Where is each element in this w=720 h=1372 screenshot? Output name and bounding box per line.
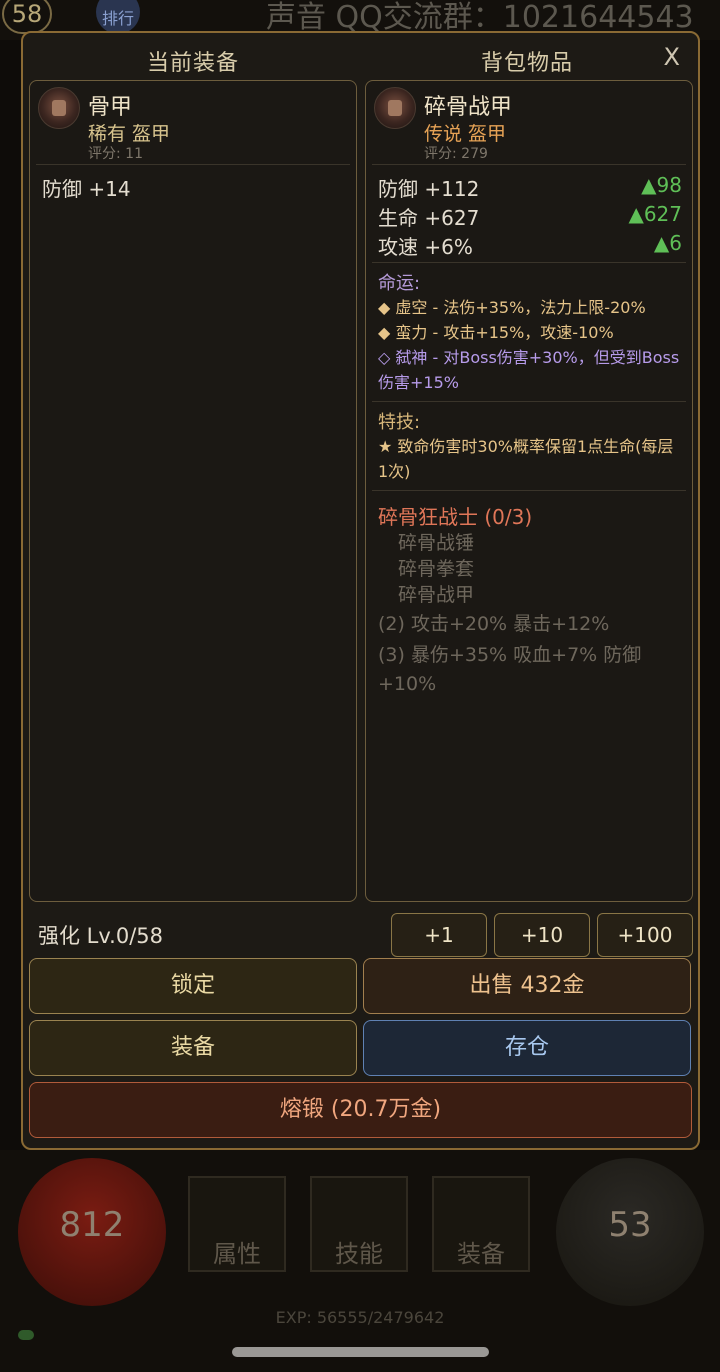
stat-row: 生命 +627 ▲627: [366, 200, 692, 230]
enhance-plus-10-button[interactable]: +10: [494, 913, 590, 957]
stat-diff-up: ▲627: [628, 202, 682, 226]
set-item: 碎骨战甲: [398, 584, 475, 606]
lock-button[interactable]: 锁定: [29, 958, 357, 1014]
tab-equipment[interactable]: 装备: [432, 1176, 530, 1272]
status-dot: [18, 1330, 34, 1340]
bag-item-score: 评分: 279: [424, 146, 488, 162]
store-button[interactable]: 存仓: [363, 1020, 691, 1076]
sell-button[interactable]: 出售 432金: [363, 958, 691, 1014]
equipment-compare-modal: 当前装备 背包物品 X 骨甲 稀有 盔甲 评分: 11 防御 +14 碎骨战甲 …: [21, 31, 700, 1150]
fate-title: 命运:: [378, 273, 421, 294]
set-item: 碎骨战锤: [398, 532, 475, 554]
close-button[interactable]: X: [664, 43, 680, 71]
stat-row: 防御 +112 ▲98: [366, 171, 692, 201]
set-bonus-3: (3) 暴伤+35% 吸血+7% 防御+10%: [378, 644, 642, 695]
bag-item-header: 背包物品: [481, 51, 574, 76]
current-item-type: 稀有 盔甲: [88, 123, 171, 145]
set-title: 碎骨狂战士 (0/3): [378, 505, 533, 529]
bag-item-header-block: 碎骨战甲 传说 盔甲 评分: 279: [372, 81, 686, 165]
enhance-plus-100-button[interactable]: +100: [597, 913, 693, 957]
enhance-level-label: 强化 Lv.0/58: [38, 924, 164, 948]
mp-orb: 53: [556, 1158, 704, 1306]
stat-label: 攻速 +6%: [378, 235, 473, 259]
fate-section: 命运: ◆ 虚空 - 法伤+35%，法力上限-20% ◆ 蛮力 - 攻击+15%…: [372, 262, 686, 401]
bag-item-panel: 碎骨战甲 传说 盔甲 评分: 279 防御 +112 ▲98 生命 +627 ▲…: [365, 80, 693, 902]
stat-label: 生命 +627: [378, 206, 480, 230]
enhance-plus-1-button[interactable]: +1: [391, 913, 487, 957]
player-level-badge: 58: [2, 0, 52, 34]
fate-line: ◆ 虚空 - 法伤+35%，法力上限-20%: [378, 298, 646, 317]
stat-diff-up: ▲6: [653, 231, 682, 255]
bag-item-name: 碎骨战甲: [424, 95, 513, 120]
bag-item-type: 传说 盔甲: [424, 123, 507, 145]
current-item-name: 骨甲: [88, 95, 133, 120]
stat-row: 防御 +14: [30, 171, 356, 201]
stat-row: 攻速 +6% ▲6: [366, 229, 692, 259]
stat-diff-up: ▲98: [641, 173, 682, 197]
set-section: 碎骨狂战士 (0/3) 碎骨战锤 碎骨拳套 碎骨战甲 (2) 攻击+20% 暴击…: [372, 490, 686, 705]
forge-button[interactable]: 熔锻 (20.7万金): [29, 1082, 692, 1138]
fate-line: ◇ 弑神 - 对Boss伤害+30%，但受到Boss伤害+15%: [378, 348, 680, 392]
armor-icon: [38, 87, 80, 129]
current-equipment-header: 当前装备: [147, 51, 240, 76]
set-item: 碎骨拳套: [398, 558, 475, 580]
current-item-score: 评分: 11: [88, 146, 143, 162]
exp-text: EXP: 56555/2479642: [275, 1308, 445, 1327]
current-item-header: 骨甲 稀有 盔甲 评分: 11: [36, 81, 350, 165]
stat-label: 防御 +112: [378, 177, 480, 201]
skill-section: 特技: ★ 致命伤害时30%概率保留1点生命(每层1次): [372, 401, 686, 490]
fate-line: ◆ 蛮力 - 攻击+15%，攻速-10%: [378, 323, 614, 342]
hp-orb: 812: [18, 1158, 166, 1306]
home-indicator[interactable]: [232, 1347, 489, 1357]
tab-attributes[interactable]: 属性: [188, 1176, 286, 1272]
skill-title: 特技:: [378, 412, 421, 433]
skill-text: ★ 致命伤害时30%概率保留1点生命(每层1次): [378, 437, 674, 481]
tab-skills[interactable]: 技能: [310, 1176, 408, 1272]
equip-button[interactable]: 装备: [29, 1020, 357, 1076]
current-item-panel: 骨甲 稀有 盔甲 评分: 11 防御 +14: [29, 80, 357, 902]
armor-icon: [374, 87, 416, 129]
stat-label: 防御 +14: [42, 177, 131, 201]
set-bonus-2: (2) 攻击+20% 暴击+12%: [378, 613, 610, 635]
